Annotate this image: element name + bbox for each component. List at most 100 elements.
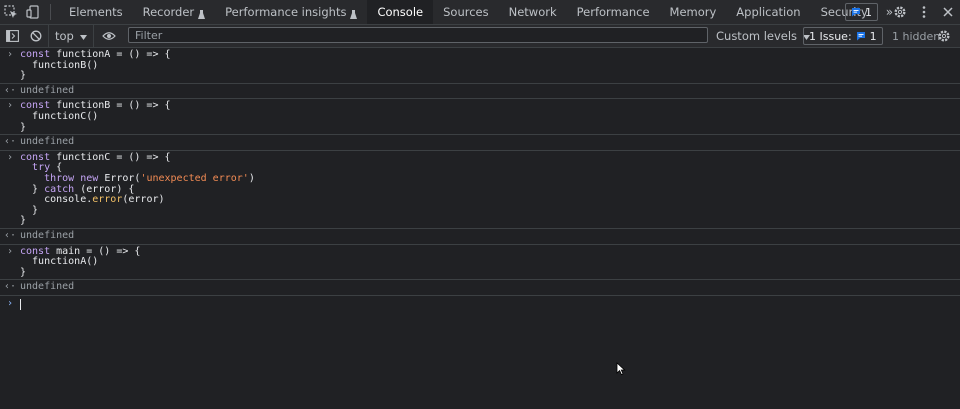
code-token: (error) — [122, 194, 165, 206]
gutter-spacer — [0, 185, 20, 196]
tab-application[interactable]: Application — [726, 0, 810, 24]
input-chevron-icon: › — [6, 49, 14, 60]
result-value: undefined — [20, 84, 75, 96]
input-chevron-icon: › — [6, 245, 14, 257]
code-line: } — [0, 216, 960, 227]
console-output[interactable]: › const functionA = () => { functionB()} ‹… — [0, 48, 960, 409]
tab-network[interactable]: Network — [499, 0, 567, 24]
tabbar-right: 1 — [845, 0, 960, 24]
filter-input[interactable] — [128, 27, 708, 43]
console-result-entry[interactable]: ‹· undefined — [0, 135, 960, 151]
inspect-element-icon[interactable] — [0, 0, 22, 24]
tab-label: Recorder — [142, 5, 195, 19]
console-result-entry[interactable]: ‹· undefined — [0, 84, 960, 100]
result-value: undefined — [20, 136, 75, 148]
tab-label: Network — [508, 5, 557, 19]
mouse-cursor-icon — [616, 362, 626, 379]
result-arrow-icon: ‹· — [3, 281, 17, 293]
gutter-spacer — [0, 61, 20, 72]
tab-recorder[interactable]: Recorder — [133, 0, 216, 24]
result-arrow-icon: ‹· — [3, 229, 17, 241]
result-arrow-icon: ‹· — [3, 84, 17, 96]
code-line: › const functionB = () => { — [0, 101, 960, 112]
console-prompt[interactable]: › — [0, 296, 960, 310]
close-icon[interactable] — [936, 0, 960, 24]
code-token: 'unexpected error' — [140, 172, 249, 184]
code-token: functionA() — [20, 256, 99, 268]
tab-elements[interactable]: Elements — [59, 0, 133, 24]
code-token: ) — [248, 172, 255, 184]
code-line: › const functionA = () => { — [0, 49, 960, 61]
input-chevron-icon: › — [6, 100, 14, 112]
clear-console-icon[interactable] — [24, 25, 48, 47]
issues-label: 1 Issue: — [809, 29, 852, 43]
device-toolbar-icon[interactable] — [22, 0, 44, 24]
kebab-menu-icon[interactable] — [912, 0, 936, 24]
gutter-spacer — [0, 206, 20, 217]
code-token: } — [20, 215, 27, 227]
tab-label: Elements — [69, 5, 123, 19]
tab-label: Performance — [576, 5, 650, 19]
code-line: console. error (error) — [0, 195, 960, 206]
code-line: throw new Error('unexpected error') — [0, 172, 960, 185]
gutter-spacer — [0, 71, 20, 82]
code-token: const — [20, 49, 57, 60]
code-line: } — [0, 121, 960, 134]
gear-icon[interactable] — [932, 25, 956, 47]
console-input-entry[interactable]: › const functionC = () => { try { throw n… — [0, 151, 960, 229]
sidebar-toggle-icon[interactable] — [0, 25, 24, 47]
console-input-entry[interactable]: › const functionB = () => { functionC()} — [0, 99, 960, 136]
code-token: } — [20, 121, 27, 133]
issues-button[interactable]: 1 Issue: 1 — [803, 27, 883, 45]
console-result-entry[interactable]: ‹· undefined — [0, 229, 960, 245]
gutter-spacer — [0, 123, 20, 134]
code-token: functionA = () => { — [56, 49, 171, 60]
code-line: › const functionC = () => { — [0, 151, 960, 164]
flask-icon — [198, 8, 206, 19]
tab-performance[interactable]: Performance — [567, 0, 660, 24]
result-arrow-icon: ‹· — [3, 136, 17, 148]
tab-label: Application — [736, 5, 801, 19]
result-line: ‹· undefined — [0, 84, 960, 97]
log-levels-dropdown[interactable]: Custom levels — [716, 25, 811, 47]
gutter-spacer — [0, 216, 20, 227]
text-caret — [20, 298, 21, 310]
gear-icon[interactable] — [888, 0, 912, 24]
tab-console[interactable]: Console — [367, 0, 434, 24]
console-result-entry[interactable]: ‹· undefined — [0, 280, 960, 296]
tab-label: Performance insights — [225, 5, 347, 19]
result-line: ‹· undefined — [0, 229, 960, 242]
result-line: ‹· undefined — [0, 137, 960, 148]
code-token: Error( — [104, 172, 141, 184]
code-line: functionC() — [0, 111, 960, 123]
console-input-entry[interactable]: › const main = () => { functionA()} — [0, 245, 960, 281]
code-token: error — [92, 194, 123, 206]
input-chevron-icon: › — [6, 151, 14, 163]
context-selector[interactable]: top — [48, 25, 94, 47]
code-token: } — [20, 266, 27, 278]
messages-badge[interactable]: 1 — [845, 3, 878, 21]
tab-sources[interactable]: Sources — [433, 0, 499, 24]
code-line: functionA() — [0, 256, 960, 268]
code-line: functionB() — [0, 60, 960, 72]
toolbar-divider — [50, 4, 51, 20]
issues-count: 1 — [869, 29, 877, 43]
gutter-spacer — [0, 257, 20, 268]
message-icon — [852, 8, 860, 17]
message-icon — [856, 32, 865, 41]
result-line: ‹· undefined — [0, 282, 960, 293]
eye-icon[interactable] — [94, 25, 124, 47]
tab-label: Sources — [443, 5, 489, 19]
code-line: } — [0, 71, 960, 82]
tab-performance-insights[interactable]: Performance insights — [215, 0, 367, 24]
prompt-chevron-icon: › — [6, 297, 14, 309]
result-value: undefined — [20, 281, 75, 293]
gutter-spacer — [0, 112, 20, 123]
console-input-entry[interactable]: › const functionA = () => { functionB()} — [0, 48, 960, 84]
tab-memory[interactable]: Memory — [660, 0, 727, 24]
panel-tabs: Elements Recorder Performance insights Cons… — [59, 0, 878, 24]
gutter-spacer — [0, 195, 20, 206]
tab-label: Console — [377, 5, 424, 19]
context-label: top — [55, 29, 74, 43]
